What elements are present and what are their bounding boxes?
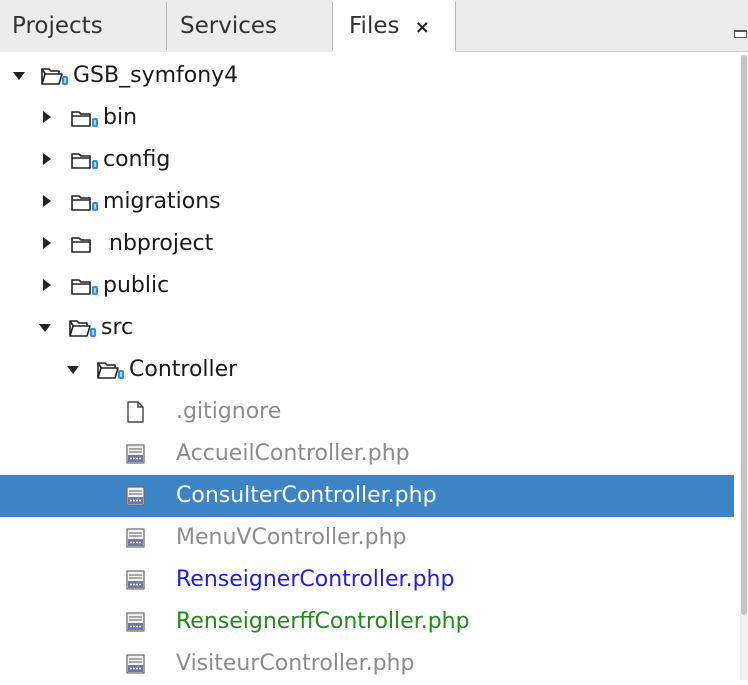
file-tree: GSB_symfony4 bin config migrations nbpro… xyxy=(0,55,740,680)
tree-node-file-selected[interactable]: ConsulterController.php xyxy=(0,475,734,517)
scrollbar-thumb[interactable] xyxy=(741,55,747,615)
tree-node-label: GSB_symfony4 xyxy=(73,63,239,88)
php-file-icon xyxy=(124,559,156,601)
tab-services[interactable]: Services xyxy=(180,0,277,52)
open-project-folder-icon xyxy=(40,55,72,97)
vertical-scrollbar[interactable] xyxy=(740,55,748,680)
tree-node-label: MenuVController.php xyxy=(176,525,407,550)
folder-icon xyxy=(70,97,102,139)
tree-node-file[interactable]: RenseignerffController.php xyxy=(0,601,734,643)
tree-node-src[interactable]: src xyxy=(0,307,734,349)
folder-icon xyxy=(70,181,102,223)
tree-node-label: public xyxy=(103,273,170,298)
tree-node-file[interactable]: MenuVController.php xyxy=(0,517,734,559)
tree-node-root[interactable]: GSB_symfony4 xyxy=(0,55,734,97)
collapse-arrow-icon[interactable] xyxy=(40,139,56,181)
tree-node-label: ConsulterController.php xyxy=(176,483,437,508)
tree-node-label: bin xyxy=(103,105,138,130)
tree-node-label: nbproject xyxy=(109,231,214,256)
expand-arrow-icon[interactable] xyxy=(38,307,54,349)
tree-node-label: VisiteurController.php xyxy=(176,651,415,676)
tab-files-label: Files xyxy=(349,13,400,39)
tab-divider xyxy=(166,2,167,50)
tree-node-nbproject[interactable]: nbproject xyxy=(0,223,734,265)
tree-node-config[interactable]: config xyxy=(0,139,734,181)
tree-node-label: src xyxy=(101,315,134,340)
open-folder-icon xyxy=(68,307,100,349)
minimize-window-icon[interactable] xyxy=(734,30,747,38)
open-folder-icon xyxy=(96,349,128,391)
collapse-arrow-icon[interactable] xyxy=(40,223,56,265)
text-file-icon xyxy=(124,391,156,433)
tab-projects-label: Projects xyxy=(12,13,103,39)
tree-node-label: AccueilController.php xyxy=(176,441,410,466)
php-file-icon xyxy=(124,475,156,517)
tree-node-bin[interactable]: bin xyxy=(0,97,734,139)
tree-node-label: config xyxy=(103,147,171,172)
tree-node-controller[interactable]: Controller xyxy=(0,349,734,391)
tab-services-label: Services xyxy=(180,13,277,39)
php-file-icon xyxy=(124,433,156,475)
php-file-icon xyxy=(124,643,156,685)
collapse-arrow-icon[interactable] xyxy=(40,181,56,223)
tree-node-migrations[interactable]: migrations xyxy=(0,181,734,223)
tab-divider xyxy=(455,2,456,50)
folder-icon xyxy=(70,265,102,307)
tree-node-label: migrations xyxy=(103,189,221,214)
collapse-arrow-icon[interactable] xyxy=(40,97,56,139)
php-file-icon xyxy=(124,601,156,643)
expand-arrow-icon[interactable] xyxy=(12,55,28,97)
collapse-arrow-icon[interactable] xyxy=(40,265,56,307)
folder-icon xyxy=(70,223,102,265)
php-file-icon xyxy=(124,517,156,559)
tree-node-label: RenseignerController.php xyxy=(176,567,455,592)
tree-node-public[interactable]: public xyxy=(0,265,734,307)
tab-projects[interactable]: Projects xyxy=(12,0,103,52)
tree-node-label: Controller xyxy=(129,357,238,382)
tree-node-file[interactable]: VisiteurController.php xyxy=(0,643,734,685)
tree-node-label: RenseignerffController.php xyxy=(176,609,470,634)
tree-node-file[interactable]: RenseignerController.php xyxy=(0,559,734,601)
tab-bar-border xyxy=(455,51,748,52)
tree-node-file[interactable]: AccueilController.php xyxy=(0,433,734,475)
expand-arrow-icon[interactable] xyxy=(66,349,82,391)
tree-node-label: .gitignore xyxy=(176,399,282,424)
tab-files[interactable]: Files × xyxy=(333,0,455,52)
tree-node-file[interactable]: .gitignore xyxy=(0,391,734,433)
tab-bar: Projects Services Files × xyxy=(0,0,748,52)
folder-icon xyxy=(70,139,102,181)
close-icon[interactable]: × xyxy=(415,17,430,38)
